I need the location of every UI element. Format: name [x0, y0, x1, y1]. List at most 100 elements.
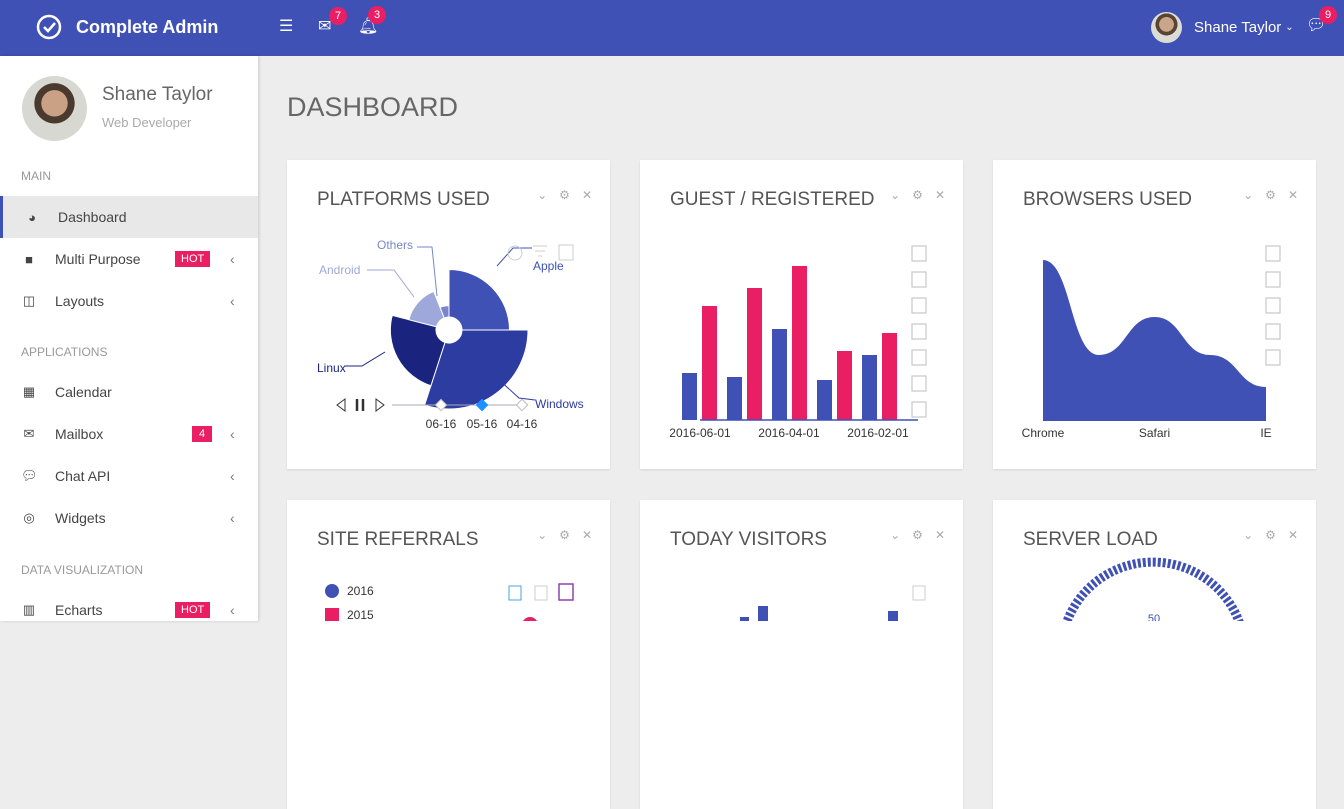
chevron-left-icon: ‹	[230, 510, 235, 526]
label-line	[496, 247, 532, 267]
card-server-load: SERVER LOAD ⌄ ⚙ ✕ 50	[993, 500, 1316, 809]
bar[interactable]	[772, 329, 787, 420]
visitors-chart	[740, 585, 926, 621]
bar	[758, 606, 768, 621]
card-site-referrals: SITE REFERRALS ⌄ ⚙ ✕ 2016 2015	[287, 500, 610, 809]
timeline-label[interactable]: 05-16	[467, 417, 498, 431]
user-menu[interactable]: Shane Taylor ⌄	[1151, 12, 1294, 43]
bar-chart-icon: ▥	[22, 602, 36, 617]
toolbox-icon[interactable]	[911, 271, 927, 288]
toolbox-icon[interactable]	[911, 349, 927, 366]
toolbox-icon[interactable]	[1265, 323, 1281, 340]
sidebar-item-echarts[interactable]: ▥ Echarts HOT ‹	[0, 589, 258, 631]
label-line	[345, 351, 386, 367]
comments-icon: 💬︎	[21, 468, 38, 483]
chevron-left-icon: ‹	[230, 602, 235, 618]
pause-icon[interactable]	[355, 399, 365, 411]
user-name: Shane Taylor	[1194, 19, 1282, 36]
sidebar-item-label: Layouts	[55, 293, 105, 309]
timeline-label[interactable]: 04-16	[507, 417, 538, 431]
x-tick-label: Safari	[1139, 426, 1170, 440]
legend-label[interactable]: 2016	[347, 584, 374, 598]
referrals-chart: 2016 2015	[325, 583, 574, 621]
save-icon[interactable]	[558, 244, 574, 261]
x-tick-label: 2016-02-01	[847, 426, 909, 440]
toolbox-icon[interactable]	[911, 297, 927, 314]
chevron-left-icon: ‹	[230, 426, 235, 442]
bar[interactable]	[682, 373, 697, 420]
toolbox-icon[interactable]	[1265, 245, 1281, 262]
bar[interactable]	[837, 351, 852, 420]
next-icon[interactable]	[375, 398, 385, 412]
calendar-icon: ▦	[22, 384, 36, 399]
bar[interactable]	[747, 288, 762, 420]
label-line	[367, 269, 415, 298]
bar[interactable]	[817, 380, 832, 420]
pie-label: Windows	[535, 397, 584, 411]
area-series[interactable]	[1043, 260, 1266, 421]
timeline-point[interactable]	[515, 398, 529, 412]
columns-icon: ◫	[22, 293, 36, 308]
browsers-chart: Chrome Safari IE	[1022, 245, 1281, 440]
avatar[interactable]	[22, 76, 87, 141]
legend-label[interactable]: 2015	[347, 608, 374, 621]
zoom-icon[interactable]	[912, 585, 926, 601]
toolbox-icon[interactable]	[911, 245, 927, 262]
bullseye-icon: ◎	[23, 510, 35, 525]
card-platforms-used: PLATFORMS USED ⌄ ⚙ ✕ Apple Windows Linux Andr…	[287, 160, 610, 469]
sidebar-item-label: Widgets	[55, 510, 106, 526]
notification-badge: 3	[368, 6, 386, 24]
bar[interactable]	[862, 355, 877, 420]
card-guest-registered: GUEST / REGISTERED ⌄ ⚙ ✕ 2016-06-01 2016-04…	[640, 160, 963, 469]
restore-icon[interactable]	[534, 585, 548, 601]
avatar	[1151, 12, 1182, 43]
toolbox-icon[interactable]	[911, 323, 927, 340]
card-browsers-used: BROWSERS USED ⌄ ⚙ ✕ Chrome Safari IE	[993, 160, 1316, 469]
toolbox-icon[interactable]	[1265, 349, 1281, 366]
brand-name: Complete Admin	[76, 16, 219, 37]
page-title: DASHBOARD	[287, 92, 459, 122]
bar[interactable]	[702, 306, 717, 420]
profile: Shane Taylor Web Developer	[22, 76, 213, 141]
platforms-chart: Apple Windows Linux Android Others 06-16 05-16…	[317, 238, 584, 431]
sidebar-item-chat-api[interactable]: 💬︎ Chat API ‹	[0, 455, 258, 497]
zoom-icon[interactable]	[508, 585, 522, 601]
sidebar-item-label: Dashboard	[58, 209, 127, 225]
sidebar-item-mailbox[interactable]: ✉ Mailbox 4 ‹	[0, 413, 258, 455]
envelope-icon: ✉	[23, 426, 35, 441]
toolbox-icon[interactable]	[1265, 297, 1281, 314]
chevron-left-icon: ‹	[230, 251, 235, 267]
toolbox-icon[interactable]	[1265, 271, 1281, 288]
menu-icon[interactable]: ☰	[279, 16, 293, 36]
save-icon[interactable]	[558, 583, 574, 601]
sidebar-item-dashboard[interactable]: ◕ Dashboard	[0, 196, 258, 238]
toolbox-icon[interactable]	[911, 375, 927, 392]
filter-icon[interactable]	[533, 245, 547, 257]
sidebar-item-multi-purpose[interactable]: ■ Multi Purpose HOT ‹	[0, 238, 258, 280]
pie-slice-apple[interactable]	[448, 268, 511, 331]
count-badge: 4	[192, 426, 213, 442]
pie-label: Linux	[317, 361, 346, 375]
hot-badge: HOT	[175, 251, 211, 267]
mail-badge: 7	[329, 7, 347, 25]
sidebar-item-layouts[interactable]: ◫ Layouts ‹	[0, 280, 258, 322]
sidebar-item-label: Mailbox	[55, 426, 104, 442]
timeline-label[interactable]: 06-16	[426, 417, 457, 431]
brand[interactable]: Complete Admin	[36, 14, 218, 40]
sidebar-item-widgets[interactable]: ◎ Widgets ‹	[0, 497, 258, 539]
chevron-down-icon: ⌄	[1285, 22, 1294, 33]
sidebar-item-calendar[interactable]: ▦ Calendar	[0, 371, 258, 413]
profile-name: Shane Taylor	[102, 84, 213, 105]
profile-role: Web Developer	[102, 115, 192, 130]
bar[interactable]	[727, 377, 742, 420]
bar	[888, 611, 898, 621]
bar[interactable]	[792, 266, 807, 420]
toolbox-icon[interactable]	[911, 401, 927, 418]
sidebar-item-label: Echarts	[55, 602, 103, 618]
check-circle-icon	[36, 14, 62, 40]
bar[interactable]	[882, 333, 897, 420]
prev-icon[interactable]	[336, 398, 346, 412]
topbar: Complete Admin ☰ ✉ 7 🔔︎ 3 Shane Taylor ⌄…	[0, 0, 1344, 56]
pie-slice	[523, 617, 537, 621]
hot-badge: HOT	[175, 602, 211, 618]
